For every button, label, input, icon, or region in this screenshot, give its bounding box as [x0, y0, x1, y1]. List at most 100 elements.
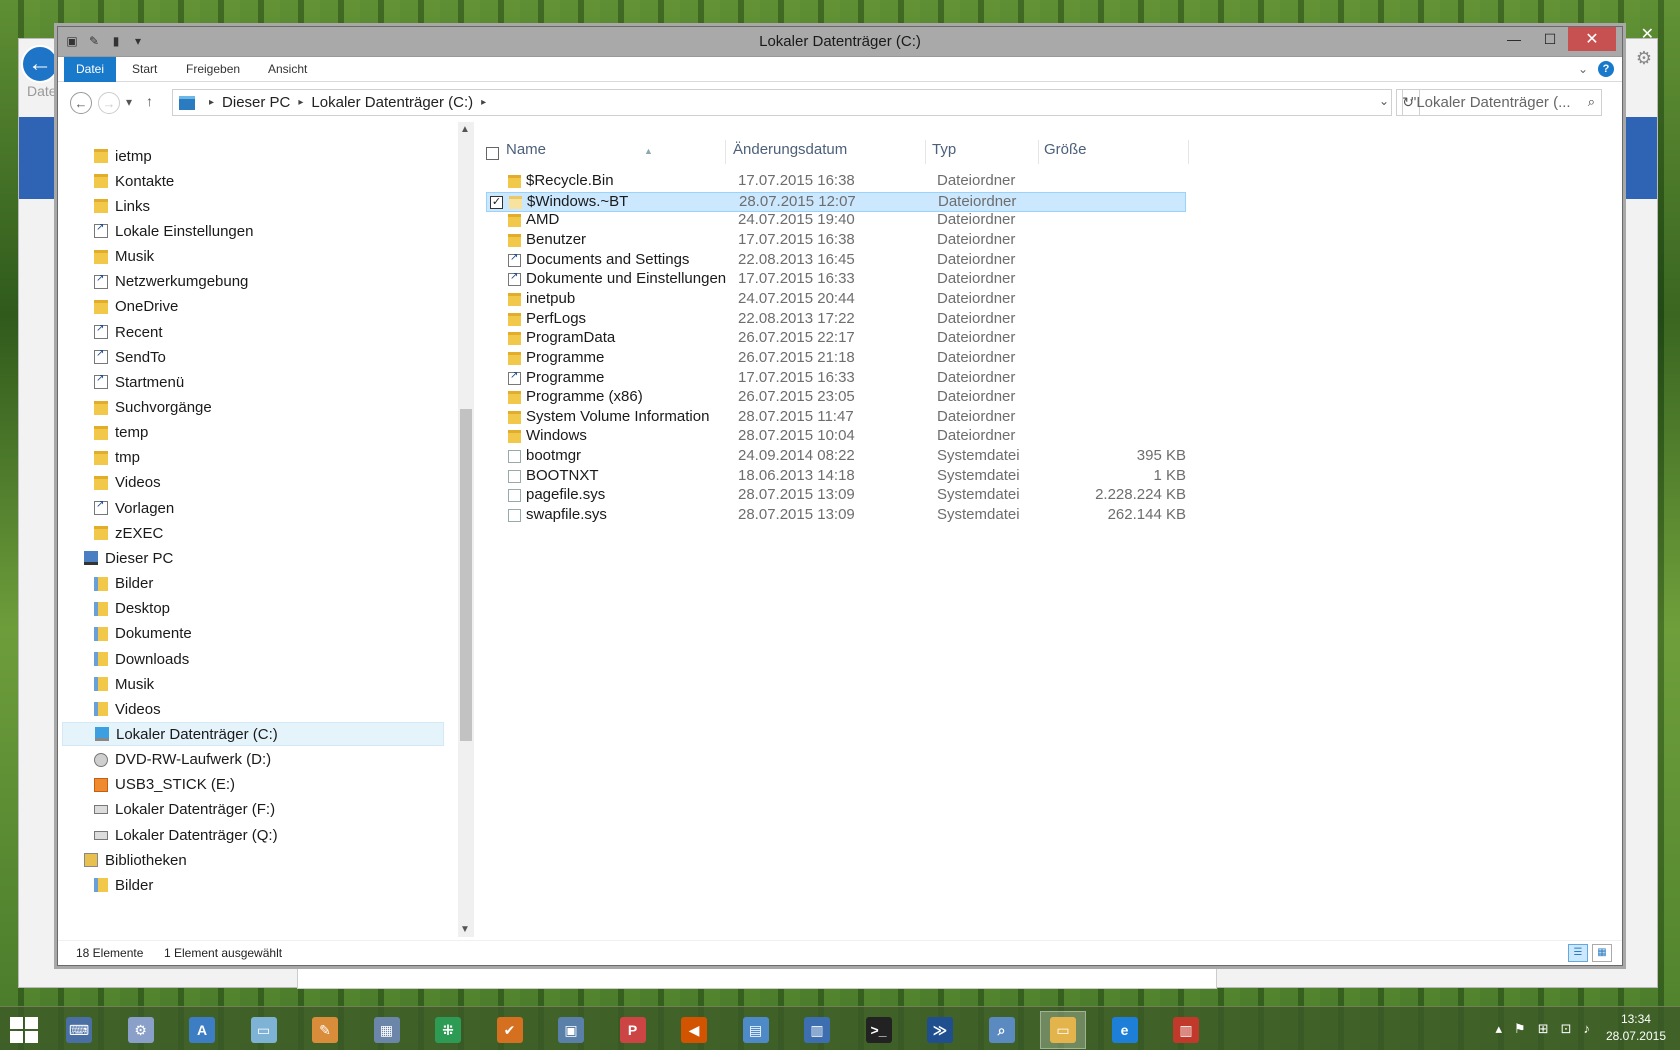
sidebar-item[interactable]: DVD-RW-Laufwerk (D:): [94, 748, 271, 772]
tab-ansicht[interactable]: Ansicht: [256, 57, 319, 82]
breadcrumb-separator-icon[interactable]: ▸: [481, 97, 486, 108]
sidebar-item[interactable]: Startmenü: [94, 370, 184, 394]
sidebar-item[interactable]: Downloads: [94, 647, 189, 671]
sidebar-item[interactable]: Recent: [94, 320, 163, 344]
sidebar-item[interactable]: Bilder: [94, 873, 153, 897]
sidebar-item[interactable]: Videos: [94, 471, 161, 495]
powershell-app[interactable]: ≫: [917, 1011, 963, 1049]
sidebar-item[interactable]: Lokaler Datenträger (F:): [94, 798, 275, 822]
address-bar[interactable]: ▸ Dieser PC ▸ Lokaler Datenträger (C:) ▸…: [172, 89, 1392, 116]
sidebar-item[interactable]: Musik: [94, 672, 154, 696]
select-all-checkbox[interactable]: [486, 147, 499, 160]
large-icons-view-icon[interactable]: ▦: [1592, 944, 1612, 962]
up-button[interactable]: ↑: [146, 93, 153, 109]
column-divider[interactable]: [925, 140, 926, 164]
tab-start[interactable]: Start: [120, 57, 169, 82]
sidebar-item[interactable]: Lokaler Datenträger (C:): [62, 722, 444, 747]
search-app[interactable]: ⌕: [979, 1011, 1025, 1049]
explorer-frame-app[interactable]: ▭: [241, 1011, 287, 1049]
sidebar-item[interactable]: Dokumente: [94, 622, 192, 646]
sidebar-item[interactable]: zEXEC: [94, 521, 163, 545]
column-header-date[interactable]: Änderungsdatum: [733, 141, 847, 163]
volume-app[interactable]: ◀: [671, 1011, 717, 1049]
title-bar[interactable]: ▣ ✎ ▮ ▾ Lokaler Datenträger (C:) — ☐ ✕: [58, 27, 1622, 57]
sidebar-item[interactable]: Lokale Einstellungen: [94, 219, 253, 243]
pdf-app[interactable]: P: [610, 1011, 656, 1049]
background-back-icon[interactable]: ←: [21, 45, 59, 83]
sidebar-item[interactable]: temp: [94, 421, 148, 445]
keyboard-app[interactable]: ⌨: [56, 1011, 102, 1049]
tab-datei[interactable]: Datei: [64, 57, 117, 82]
sidebar-item[interactable]: Desktop: [94, 597, 170, 621]
sidebar-item[interactable]: Netzwerkumgebung: [94, 270, 248, 294]
tab-freigeben[interactable]: Freigeben: [174, 57, 252, 82]
monitor-app[interactable]: ▣: [548, 1011, 594, 1049]
internet-explorer-app[interactable]: e: [1102, 1011, 1148, 1049]
file-row[interactable]: PerfLogs 22.08.2013 17:22 Dateiordner: [486, 310, 1186, 330]
row-checkbox[interactable]: ✓: [490, 195, 503, 209]
scrollbar-thumb[interactable]: [460, 409, 472, 741]
sidebar-item[interactable]: Suchvorgänge: [94, 396, 212, 420]
sidebar-item[interactable]: Lokaler Datenträger (Q:): [94, 823, 278, 847]
navigation-scrollbar[interactable]: ▲ ▼: [458, 122, 474, 937]
column-divider[interactable]: [1038, 140, 1039, 164]
remote-desktop-app[interactable]: ▥: [794, 1011, 840, 1049]
sidebar-item[interactable]: OneDrive: [94, 295, 178, 319]
sidebar-item[interactable]: Bibliotheken: [84, 848, 187, 872]
file-row[interactable]: Programme 17.07.2015 16:33 Dateiordner: [486, 369, 1186, 389]
start-button[interactable]: [10, 1017, 38, 1043]
file-row[interactable]: BOOTNXT 18.06.2013 14:18 Systemdatei 1 KB: [486, 467, 1186, 487]
column-header-size[interactable]: Größe: [1044, 141, 1087, 163]
file-row[interactable]: swapfile.sys 28.07.2015 13:09 Systemdatei 2…: [486, 506, 1186, 526]
file-row[interactable]: Dokumente und Einstellungen 17.07.2015 16…: [486, 270, 1186, 290]
firewall-app[interactable]: ▥: [1163, 1011, 1209, 1049]
sidebar-item[interactable]: Vorlagen: [94, 496, 174, 520]
search-input[interactable]: "Lokaler Datenträger (... ⌕: [1402, 89, 1602, 116]
calculator-app[interactable]: ▦: [364, 1011, 410, 1049]
column-divider[interactable]: [1188, 140, 1189, 164]
search-icon[interactable]: ⌕: [1588, 94, 1595, 110]
breadcrumb-drive-c[interactable]: Lokaler Datenträger (C:): [311, 94, 473, 111]
breadcrumb-this-pc[interactable]: Dieser PC: [222, 94, 290, 111]
details-view-icon[interactable]: ☰: [1568, 944, 1588, 962]
file-row[interactable]: pagefile.sys 28.07.2015 13:09 Systemdatei 2…: [486, 486, 1186, 506]
expand-ribbon-icon[interactable]: ⌄: [1578, 62, 1588, 76]
checklist-app[interactable]: ✔: [487, 1011, 533, 1049]
background-close-icon[interactable]: ✕: [1641, 24, 1654, 44]
file-row[interactable]: Documents and Settings 22.08.2013 16:45 Da…: [486, 251, 1186, 271]
sidebar-item[interactable]: USB3_STICK (E:): [94, 773, 235, 797]
volume-icon[interactable]: ♪: [1584, 1021, 1591, 1037]
sidebar-item[interactable]: Kontakte: [94, 169, 174, 193]
column-header-type[interactable]: Typ: [932, 141, 956, 163]
breadcrumb-separator-icon[interactable]: ▸: [298, 97, 303, 108]
control-panel-app[interactable]: ▤: [733, 1011, 779, 1049]
control-app[interactable]: ⚙: [118, 1011, 164, 1049]
column-header-name[interactable]: Name ▲: [506, 141, 716, 163]
sidebar-item[interactable]: SendTo: [94, 345, 166, 369]
sidebar-item[interactable]: tmp: [94, 446, 140, 470]
sidebar-item[interactable]: Links: [94, 194, 150, 218]
help-icon[interactable]: ?: [1598, 61, 1614, 77]
tray-arrow-icon[interactable]: ▴: [1496, 1021, 1503, 1037]
sidebar-item[interactable]: ietmp: [94, 144, 152, 168]
file-row[interactable]: Windows 28.07.2015 10:04 Dateiordner: [486, 427, 1186, 447]
file-row[interactable]: ProgramData 26.07.2015 22:17 Dateiordner: [486, 329, 1186, 349]
command-prompt-app[interactable]: >_: [856, 1011, 902, 1049]
paint-app[interactable]: ✎: [302, 1011, 348, 1049]
sidebar-item[interactable]: Videos: [94, 697, 161, 721]
windows-icon[interactable]: ⊞: [1538, 1021, 1549, 1037]
recent-locations-button[interactable]: ▾: [126, 95, 132, 109]
scroll-up-icon[interactable]: ▲: [460, 124, 470, 135]
scroll-down-icon[interactable]: ▼: [460, 924, 470, 935]
action-center-flag-icon[interactable]: ⚑: [1514, 1021, 1526, 1037]
document-app[interactable]: A: [179, 1011, 225, 1049]
file-row[interactable]: $Recycle.Bin 17.07.2015 16:38 Dateiordner: [486, 172, 1186, 192]
close-button[interactable]: ✕: [1568, 27, 1616, 51]
background-gear-icon[interactable]: ⚙: [1636, 48, 1652, 69]
maximize-button[interactable]: ☐: [1532, 27, 1568, 51]
sidebar-item[interactable]: Dieser PC: [84, 546, 173, 570]
sidebar-item[interactable]: Musik: [94, 245, 154, 269]
forward-button[interactable]: →: [98, 92, 120, 114]
file-row[interactable]: bootmgr 24.09.2014 08:22 Systemdatei 395 KB: [486, 447, 1186, 467]
network-app[interactable]: ⁜: [425, 1011, 471, 1049]
